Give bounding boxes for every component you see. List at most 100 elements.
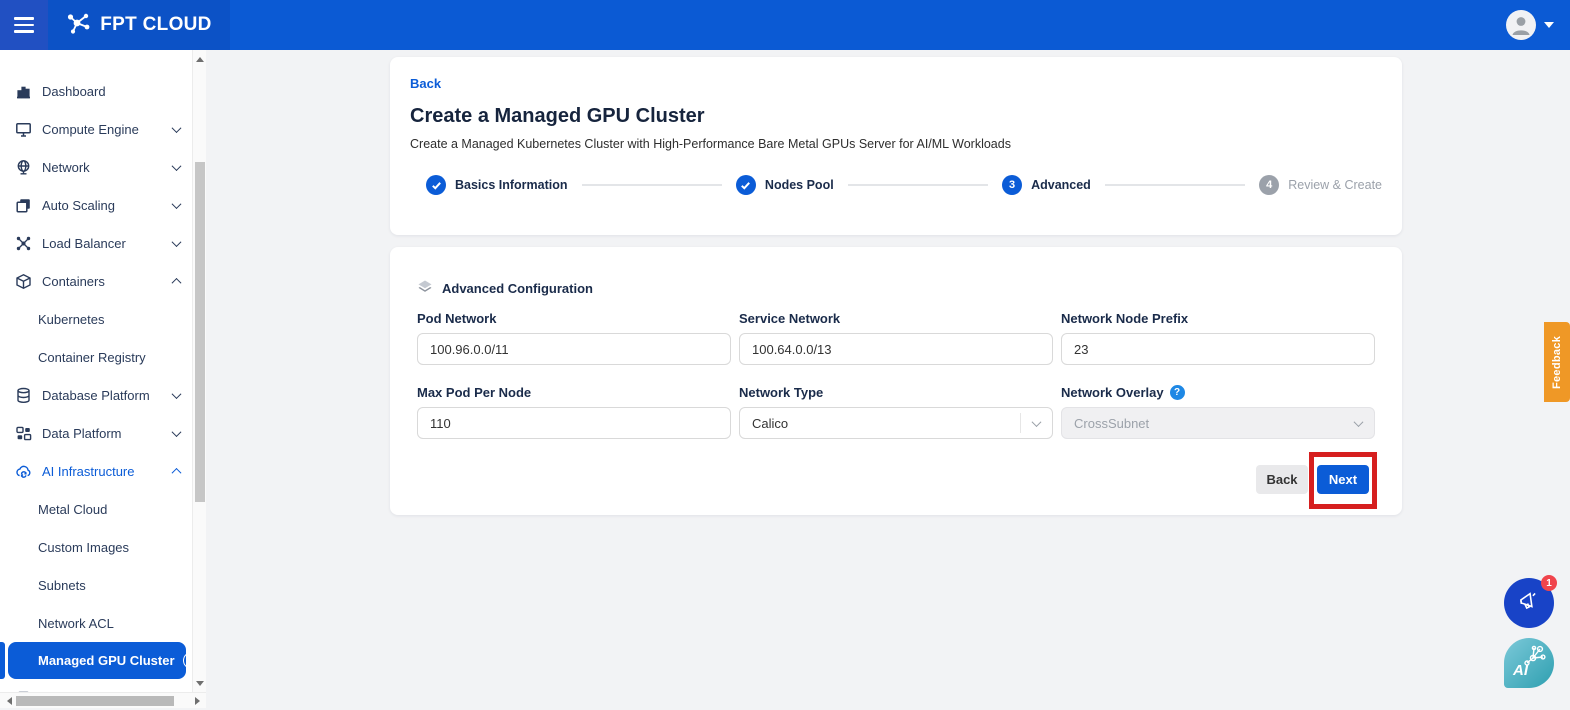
sidebar-item-label: Metal Cloud	[38, 502, 180, 517]
step-review-create[interactable]: 4 Review & Create	[1259, 175, 1382, 195]
sidebar-item-managed-gpu-cluster[interactable]: Managed GPU Cluster beta	[8, 642, 186, 679]
sidebar-item-container-registry[interactable]: Container Registry	[0, 338, 192, 376]
sidebar-item-load-balancer[interactable]: Load Balancer	[0, 224, 192, 262]
step-check-icon	[736, 175, 756, 195]
sidebar-item-label: Auto Scaling	[42, 198, 173, 213]
sidebar-horizontal-scrollbar[interactable]	[0, 692, 206, 708]
advanced-configuration-card: Advanced Configuration Pod Network Servi…	[390, 247, 1402, 515]
step-label: Review & Create	[1288, 178, 1382, 192]
announcements-button[interactable]: 1	[1504, 578, 1554, 628]
form-grid: Pod Network Service Network Network Node…	[417, 311, 1375, 439]
sidebar-item-label: Network	[42, 160, 173, 175]
scroll-left-arrow[interactable]	[2, 694, 16, 708]
vertical-scrollbar-thumb[interactable]	[195, 162, 205, 502]
scroll-down-arrow[interactable]	[193, 676, 207, 690]
field-network-type: Network Type Calico	[739, 385, 1053, 439]
sidebar-item-label: Kubernetes	[38, 312, 180, 327]
section-header: Advanced Configuration	[417, 279, 593, 298]
field-service-network: Service Network	[739, 311, 1053, 365]
database-icon	[14, 386, 32, 404]
dashboard-icon	[14, 82, 32, 100]
sidebar-item-label: Data Platform	[42, 426, 173, 441]
step-nodes-pool[interactable]: Nodes Pool	[736, 175, 834, 195]
scroll-up-arrow[interactable]	[193, 52, 207, 66]
service-network-input[interactable]	[739, 333, 1053, 365]
network-overlay-select: CrossSubnet	[1061, 407, 1375, 439]
section-title: Advanced Configuration	[442, 281, 593, 296]
sidebar-item-dashboard[interactable]: Dashboard	[0, 72, 192, 110]
active-item-fragment	[0, 642, 5, 679]
step-number: 4	[1259, 175, 1279, 195]
globe-icon	[14, 158, 32, 176]
field-label: Service Network	[739, 311, 1053, 326]
sidebar-item-metal-cloud[interactable]: Metal Cloud	[0, 490, 192, 528]
step-advanced[interactable]: 3 Advanced	[1002, 175, 1091, 195]
sidebar-item-network-acl[interactable]: Network ACL	[0, 604, 192, 642]
back-link[interactable]: Back	[410, 76, 441, 91]
chevron-down-icon	[172, 237, 182, 247]
network-node-prefix-input[interactable]	[1061, 333, 1375, 365]
step-label: Basics Information	[455, 178, 568, 192]
sidebar-item-custom-images[interactable]: Custom Images	[0, 528, 192, 566]
sidebar-item-label: Containers	[42, 274, 173, 289]
sidebar-item-auto-scaling[interactable]: Auto Scaling	[0, 186, 192, 224]
sidebar-item-network[interactable]: Network	[0, 148, 192, 186]
main-content: Back Create a Managed GPU Cluster Create…	[206, 50, 1570, 710]
sidebar-item-database-platform[interactable]: Database Platform	[0, 376, 192, 414]
step-label: Advanced	[1031, 178, 1091, 192]
network-type-select[interactable]: Calico	[739, 407, 1053, 439]
ai-infrastructure-icon	[14, 462, 32, 480]
select-value: CrossSubnet	[1074, 416, 1149, 431]
help-icon[interactable]: ?	[1170, 385, 1185, 400]
horizontal-scrollbar-thumb[interactable]	[16, 696, 174, 706]
sidebar-item-subnets[interactable]: Subnets	[0, 566, 192, 604]
chevron-down-icon	[172, 199, 182, 209]
next-button[interactable]: Next	[1317, 465, 1369, 494]
scroll-right-arrow[interactable]	[190, 694, 204, 708]
sidebar-item-label: Custom Images	[38, 540, 180, 555]
ai-assistant-button[interactable]: AI	[1504, 638, 1554, 688]
sidebar-item-label: Managed GPU Cluster	[38, 653, 175, 668]
pod-network-input[interactable]	[417, 333, 731, 365]
select-value: Calico	[752, 416, 788, 431]
ai-label: AI	[1513, 662, 1528, 679]
field-label: Pod Network	[417, 311, 731, 326]
chevron-up-icon	[172, 277, 182, 287]
user-menu[interactable]	[1506, 10, 1554, 40]
chevron-down-icon	[172, 161, 182, 171]
chevron-down-icon	[172, 389, 182, 399]
sidebar-item-label: AI Infrastructure	[42, 464, 173, 479]
sidebar-item-ai-infrastructure[interactable]: AI Infrastructure	[0, 452, 192, 490]
stepper-connector	[582, 184, 722, 186]
notification-badge: 1	[1541, 575, 1557, 591]
wizard-stepper: Basics Information Nodes Pool 3 Advanced…	[410, 175, 1382, 195]
sidebar-item-compute-engine[interactable]: Compute Engine	[0, 110, 192, 148]
field-label: Network Overlay ?	[1061, 385, 1375, 400]
chevron-up-icon	[172, 467, 182, 477]
step-basics-information[interactable]: Basics Information	[426, 175, 568, 195]
sidebar-item-kubernetes[interactable]: Kubernetes	[0, 300, 192, 338]
layers-icon	[417, 279, 433, 298]
sidebar-item-label: Subnets	[38, 578, 180, 593]
back-button[interactable]: Back	[1256, 465, 1308, 494]
sidebar-item-ai-platform[interactable]: AI Platform	[0, 679, 192, 692]
field-label-text: Network Overlay	[1061, 385, 1164, 400]
sidebar-vertical-scrollbar[interactable]	[192, 50, 206, 692]
sidebar-item-data-platform[interactable]: Data Platform	[0, 414, 192, 452]
step-number: 3	[1002, 175, 1022, 195]
app-header: FPT CLOUD	[0, 0, 1570, 50]
field-pod-network: Pod Network	[417, 311, 731, 365]
field-network-node-prefix: Network Node Prefix	[1061, 311, 1375, 365]
stepper-connector	[848, 184, 988, 186]
megaphone-icon	[1517, 589, 1541, 618]
user-avatar[interactable]	[1506, 10, 1536, 40]
chevron-down-icon	[172, 123, 182, 133]
field-max-pod-per-node: Max Pod Per Node	[417, 385, 731, 439]
stepper-connector	[1105, 184, 1245, 186]
feedback-tab[interactable]: Feedback	[1544, 322, 1570, 402]
max-pod-per-node-input[interactable]	[417, 407, 731, 439]
hamburger-menu-button[interactable]	[0, 0, 48, 50]
sidebar-item-containers[interactable]: Containers	[0, 262, 192, 300]
page-subtitle: Create a Managed Kubernetes Cluster with…	[410, 137, 1382, 151]
brand-logo[interactable]: FPT CLOUD	[48, 0, 230, 50]
